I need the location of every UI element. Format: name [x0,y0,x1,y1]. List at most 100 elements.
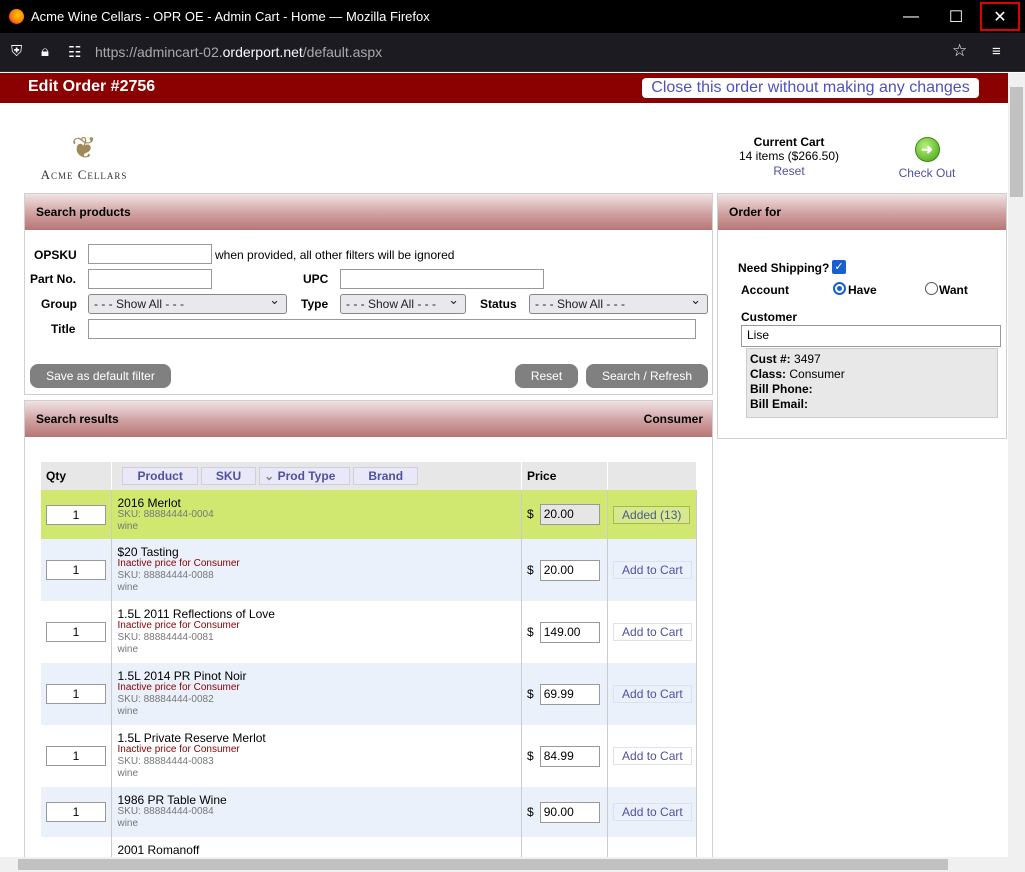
price-input[interactable]: 84.99 [539,745,600,767]
added-button[interactable]: Added (13) [613,505,691,524]
acme-logo: ❦ Acme Cellars [24,131,144,186]
need-shipping-checkbox[interactable]: ✓ [832,260,846,274]
save-default-filter-button[interactable]: Save as default filter [30,364,171,388]
col-action [607,462,697,490]
sort-product-button[interactable]: Product [122,467,198,485]
browser-navbar: ⛨ 🔒︎ ☷ https://admincart-02.orderport.ne… [0,33,1025,72]
upc-input[interactable] [340,269,544,289]
want-radio[interactable] [925,282,938,295]
table-row: 1 1.5L 2011 Reflections of Love Inactive… [41,601,697,663]
price-input[interactable]: 69.99 [539,683,600,705]
have-radio[interactable] [833,282,846,295]
currency-symbol: $ [527,562,534,577]
product-sku: SKU: 88884444-0081 [117,632,214,643]
permissions-icon[interactable]: ☷ [68,43,81,61]
checkout-button[interactable]: ➜ Check Out [890,135,964,185]
product-name: 1.5L 2014 PR Pinot Noir [117,669,247,683]
product-cell: 2016 Merlot SKU: 88884444-0004 wine [111,490,523,539]
opsku-note: when provided, all other filters will be… [215,248,455,262]
title-input[interactable] [88,319,696,339]
inactive-price-note: Inactive price for Consumer [117,620,240,631]
table-row: 1 $20 Tasting Inactive price for Consume… [41,539,697,601]
title-label: Title [51,322,76,336]
prodtype-label: Prod Type [277,469,336,483]
price-input[interactable]: 20.00 [539,504,600,525]
qty-input[interactable]: 1 [46,504,106,525]
menu-icon[interactable]: ≡ [992,43,1001,60]
close-order-button[interactable]: Close this order without making any chan… [642,78,979,98]
results-price-class: Consumer [643,412,703,426]
vertical-scroll-thumb[interactable] [1010,87,1023,197]
price-input[interactable]: 90.00 [539,801,600,823]
qty-input[interactable]: 1 [46,746,106,766]
cust-no-value: 3497 [794,352,821,366]
search-reset-button[interactable]: Reset [515,364,578,388]
group-label: Group [41,297,77,311]
product-type: wine [117,582,139,593]
need-shipping-label: Need Shipping? [738,261,830,275]
product-sku: SKU: 88884444-0083 [117,756,214,767]
inactive-price-note: Inactive price for Consumer [117,744,240,755]
product-name: 1.5L Private Reserve Merlot [117,731,266,745]
sort-sku-button[interactable]: SKU [200,467,257,485]
window-title: Acme Wine Cellars - OPR OE - Admin Cart … [31,9,430,24]
add-to-cart-button[interactable]: Add to Cart [613,561,692,579]
cust-no-label: Cust #: [750,352,791,366]
currency-symbol: $ [527,748,534,763]
bill-email-label: Bill Email: [750,397,809,411]
product-sku: SKU: 88884444-0084 [117,806,214,817]
cart-title: Current Cart [753,135,825,149]
partno-input[interactable] [88,269,212,289]
col-price: Price [521,462,609,490]
price-cell: $20.00 [521,490,609,539]
bill-phone-label: Bill Phone: [750,382,813,396]
sort-desc-icon: ⌄ [264,469,275,483]
qty-input[interactable]: 1 [46,560,106,580]
group-select[interactable]: - - - Show All - - - [88,292,287,314]
qty-input[interactable]: 1 [46,622,106,642]
search-refresh-button[interactable]: Search / Refresh [586,364,708,388]
sort-brand-button[interactable]: Brand [353,467,419,485]
have-label: Have [848,283,877,297]
class-label: Class: [750,367,787,381]
type-select[interactable]: - - - Show All - - - [340,292,466,314]
status-select[interactable]: - - - Show All - - - [529,292,708,314]
shield-icon[interactable]: ⛨ [11,43,22,60]
bookmark-star-icon[interactable]: ☆ [952,41,967,61]
customer-input[interactable]: Lise [741,325,1001,347]
action-cell: Added (13) [607,490,697,539]
vertical-scrollbar[interactable] [1008,73,1025,857]
horizontal-scrollbar[interactable] [0,857,1025,872]
order-for-title: Order for [718,194,1006,230]
minimize-button[interactable]: — [888,0,934,33]
results-title: Search results [36,412,119,426]
opsku-input[interactable] [88,244,212,264]
lock-icon[interactable]: 🔒︎ [41,43,49,60]
table-row: 2001 Romanoff [41,837,697,857]
url-bar[interactable]: https://admincart-02.orderport.net/defau… [95,44,382,60]
product-type: wine [117,768,139,779]
checkout-arrow-icon: ➜ [914,137,940,162]
sort-prodtype-button[interactable]: ⌄ Prod Type [259,467,351,485]
add-to-cart-button[interactable]: Add to Cart [613,803,692,821]
add-to-cart-button[interactable]: Add to Cart [613,747,692,765]
cart-reset-link[interactable]: Reset [730,164,848,178]
price-input[interactable]: 149.00 [539,621,600,643]
search-products-panel: Search products OPSKU when provided, all… [24,193,713,395]
results-table: Qty Product SKU ⌄ Prod Type Brand Price 1 2… [41,462,697,857]
price-input[interactable]: 20.00 [539,559,600,581]
class-value: Consumer [789,367,845,381]
maximize-button[interactable]: ☐ [933,0,979,33]
qty-input[interactable]: 1 [46,802,106,822]
qty-input[interactable]: 1 [46,684,106,704]
close-window-button[interactable]: ✕ [980,2,1020,31]
search-results-panel: Search results Consumer Qty Product SKU ⌄ … [24,400,713,857]
opsku-label: OPSKU [34,248,77,262]
currency-symbol: $ [527,507,534,521]
url-suffix: /default.aspx [302,44,383,60]
add-to-cart-button[interactable]: Add to Cart [613,623,692,641]
status-label: Status [480,297,517,311]
product-name: 1986 PR Table Wine [117,793,227,807]
add-to-cart-button[interactable]: Add to Cart [613,685,692,703]
horizontal-scroll-thumb[interactable] [18,859,948,870]
